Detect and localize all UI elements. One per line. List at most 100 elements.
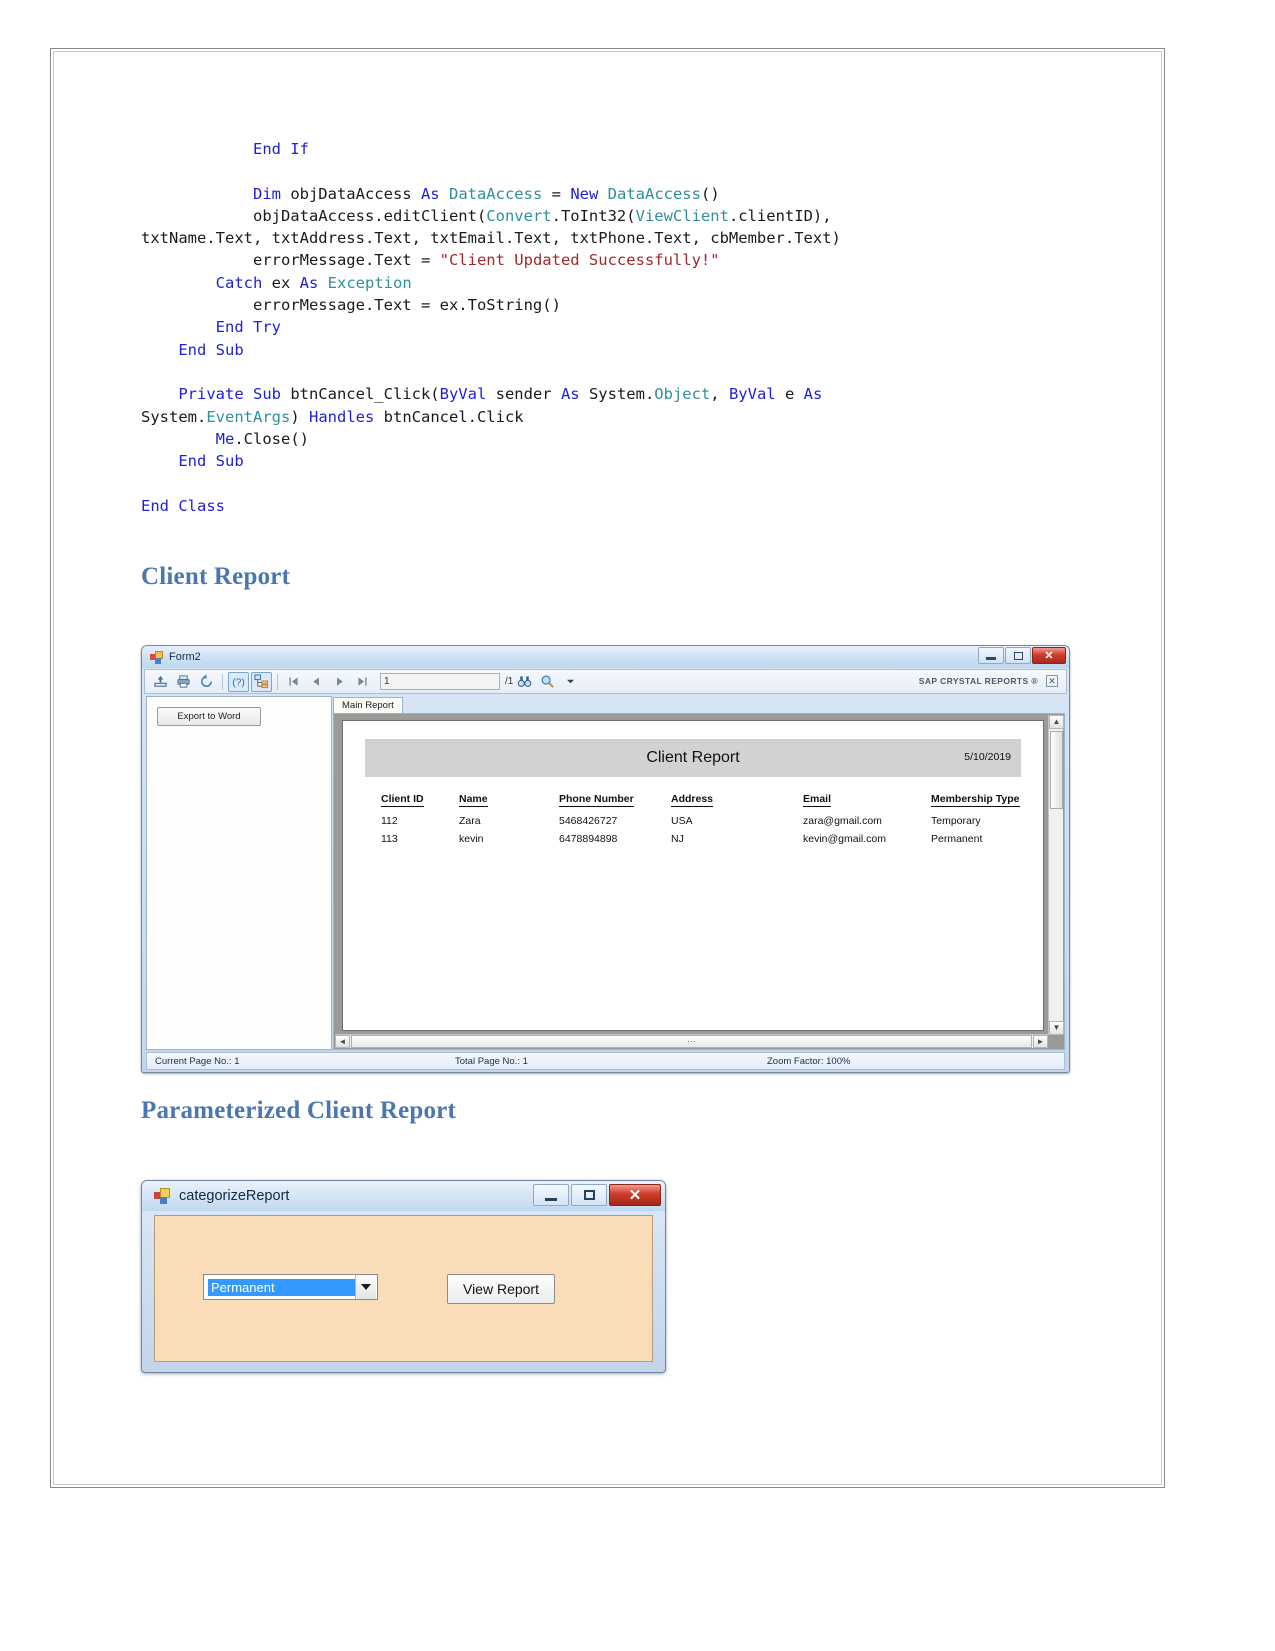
column-header-membership-type: Membership Type — [931, 793, 1020, 807]
close-button[interactable]: ✕ — [1032, 647, 1066, 664]
scroll-up-button[interactable]: ▲ — [1049, 715, 1064, 729]
cell-email: zara@gmail.com — [803, 815, 882, 827]
code-line: End Try — [215, 318, 281, 337]
export-to-word-button[interactable]: Export to Word — [157, 707, 261, 726]
code-line: Dim objDataAccess As DataAccess = New Da… — [252, 184, 720, 203]
report-table-header-row: Client ID Name Phone Number Address Emai… — [381, 793, 1041, 809]
column-header-name: Name — [459, 793, 488, 807]
column-header-client-id: Client ID — [381, 793, 424, 807]
maximize-icon — [583, 1190, 595, 1200]
scroll-left-button[interactable]: ◄ — [335, 1035, 350, 1048]
heading-client-report: Client Report — [141, 563, 291, 590]
svg-text:(?): (?) — [232, 677, 245, 688]
next-page-icon — [337, 677, 343, 686]
table-row: 112 Zara 5468426727 USA zara@gmail.com T… — [381, 809, 1041, 827]
cell-phone: 5468426727 — [559, 815, 618, 827]
report-table: Client ID Name Phone Number Address Emai… — [381, 793, 1041, 845]
cell-client-id: 112 — [381, 815, 398, 827]
toggle-group-tree-button[interactable] — [251, 671, 272, 692]
report-page: Client Report 5/10/2019 Client ID Name P… — [342, 720, 1044, 1031]
group-tree-icon — [254, 674, 269, 689]
categorize-report-body: Permanent View Report — [154, 1215, 653, 1362]
cell-address: NJ — [671, 833, 684, 845]
cell-phone: 6478894898 — [559, 833, 618, 845]
code-line: End Class — [141, 496, 225, 515]
close-button[interactable]: ✕ — [609, 1184, 661, 1206]
horizontal-scroll-thumb[interactable]: ⋯ — [351, 1035, 1032, 1048]
maximize-button[interactable] — [1005, 647, 1031, 664]
maximize-icon — [1013, 651, 1023, 660]
sap-crystal-reports-brand: SAP CRYSTAL REPORTS ® — [918, 676, 1038, 686]
report-vertical-scrollbar[interactable]: ▲ ▼ — [1048, 715, 1064, 1035]
first-page-icon — [289, 677, 298, 686]
toolbar-separator — [222, 673, 223, 690]
cell-client-id: 113 — [381, 833, 398, 845]
previous-page-button[interactable] — [306, 672, 327, 692]
minimize-button[interactable] — [533, 1184, 569, 1206]
refresh-report-button[interactable] — [196, 672, 217, 692]
group-tree-pane: Export to Word — [146, 696, 332, 1050]
vb-code-listing: End If Dim objDataAccess As DataAccess =… — [141, 138, 1041, 517]
vb-form-icon — [154, 1188, 170, 1204]
next-page-button[interactable] — [329, 672, 350, 692]
report-header-band: Client Report 5/10/2019 — [365, 739, 1021, 777]
crystal-report-window: Form2 ✕ (?) 1 /1 SAP CRYSTAL REPORTS ® ✕… — [141, 645, 1070, 1073]
cell-email: kevin@gmail.com — [803, 833, 887, 845]
code-line: Catch ex As Exception — [215, 273, 412, 292]
first-page-button[interactable] — [283, 672, 304, 692]
page-number-input[interactable]: 1 — [380, 673, 500, 690]
report-title: Client Report — [646, 749, 740, 766]
export-report-button[interactable] — [150, 672, 171, 692]
chevron-right-icon: ► — [1036, 1036, 1045, 1046]
membership-type-combobox[interactable]: Permanent — [203, 1274, 378, 1300]
code-line: Private Sub btnCancel_Click(ByVal sender… — [178, 385, 823, 404]
print-report-button[interactable] — [173, 672, 194, 692]
binoculars-icon — [518, 676, 532, 687]
brand-close-icon[interactable]: ✕ — [1046, 675, 1058, 687]
crystal-report-window-buttons: ✕ — [978, 647, 1066, 664]
vertical-scroll-thumb[interactable] — [1050, 731, 1063, 809]
find-button[interactable] — [514, 672, 535, 692]
categorize-report-titlebar: categorizeReport ✕ — [142, 1181, 665, 1211]
zoom-button[interactable] — [537, 672, 558, 692]
scroll-down-button[interactable]: ▼ — [1049, 1021, 1064, 1035]
table-row: 113 kevin 6478894898 NJ kevin@gmail.com … — [381, 827, 1041, 845]
status-total-page: Total Page No.: 1 — [455, 1055, 528, 1067]
minimize-icon — [545, 1197, 557, 1201]
chevron-up-icon: ▲ — [1052, 717, 1061, 726]
heading-parameterized-client-report: Parameterized Client Report — [141, 1097, 456, 1124]
code-line: End If — [252, 140, 309, 158]
code-line: System.EventArgs) Handles btnCancel.Clic… — [141, 407, 524, 426]
combobox-dropdown-button[interactable] — [355, 1275, 376, 1299]
categorize-report-window-buttons: ✕ — [533, 1184, 661, 1206]
column-header-email: Email — [803, 793, 832, 807]
last-page-button[interactable] — [352, 672, 373, 692]
view-report-button[interactable]: View Report — [447, 1274, 555, 1304]
toggle-help-button[interactable]: (?) — [228, 671, 249, 692]
minimize-icon — [986, 657, 996, 660]
cell-address: USA — [671, 815, 693, 827]
minimize-button[interactable] — [978, 647, 1004, 664]
cell-membership: Permanent — [931, 833, 983, 845]
magnifier-icon — [541, 675, 555, 688]
chevron-down-icon — [361, 1284, 371, 1290]
question-mark-icon: (?) — [232, 677, 245, 688]
chevron-down-icon — [567, 679, 575, 684]
report-pane: Main Report Client Report 5/10/2019 Clie… — [333, 696, 1065, 1050]
scroll-right-button[interactable]: ► — [1033, 1035, 1048, 1048]
zoom-dropdown-button[interactable] — [560, 672, 581, 692]
report-horizontal-scrollbar[interactable]: ◄ ⋯ ► — [335, 1034, 1048, 1048]
report-date: 5/10/2019 — [964, 751, 1011, 763]
total-pages-label: /1 — [505, 676, 514, 687]
vb-form-icon — [150, 650, 163, 664]
crystal-report-toolbar: (?) 1 /1 SAP CRYSTAL REPORTS ® ✕ — [144, 669, 1067, 694]
code-line: txtName.Text, txtAddress.Text, txtEmail.… — [141, 229, 841, 248]
code-line: End Sub — [178, 340, 244, 359]
crystal-report-titlebar: Form2 ✕ — [142, 646, 1069, 668]
categorize-report-window-title: categorizeReport — [179, 1188, 290, 1204]
maximize-button[interactable] — [571, 1184, 607, 1206]
tab-main-report[interactable]: Main Report — [333, 697, 403, 713]
